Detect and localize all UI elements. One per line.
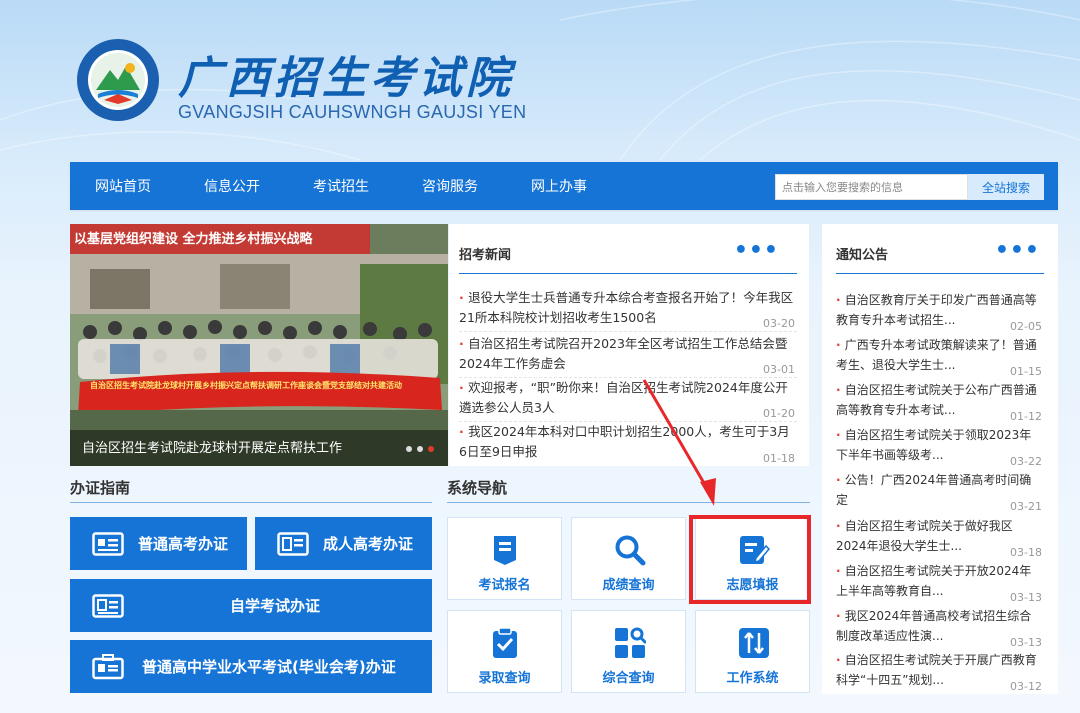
nav-item-exam[interactable]: 考试招生 [313,176,369,196]
search-icon [615,535,646,566]
nav-item-info[interactable]: 信息公开 [204,176,260,196]
system-section-title: 系统导航 [447,479,508,497]
guide-section-title: 办证指南 [70,479,131,497]
news-item-text: 我区2024年本科对口中职计划招生2000人，考生可于3月6日至9日申报 [459,422,797,462]
guide-button-label: 自学考试办证 [230,597,321,615]
carousel-dot-3[interactable] [428,446,434,452]
tile-general-query[interactable]: 综合查询 [571,610,686,693]
news-item[interactable]: 自治区招生考试院召开2023年全区考试招生工作总结会暨2024年工作务虚会 03… [459,332,797,378]
news-item-text: 自治区招生考试院召开2023年全区考试招生工作总结会暨2024年工作务虚会 [459,334,797,374]
logo-icon[interactable] [76,38,160,122]
nav-item-home[interactable]: 网站首页 [95,176,151,196]
system-section-header: 系统导航 [447,471,810,503]
tile-work-system[interactable]: 工作系统 [695,610,810,693]
notice-item-date: 03-21 [1006,500,1042,513]
nav-item-consult[interactable]: 咨询服务 [422,176,478,196]
carousel-wall-text: 以基层党组织建设 全力推进乡村振兴战略 [74,232,313,247]
guide-button-label: 成人高考办证 [323,535,414,553]
id-card-icon [92,593,124,618]
document-icon [494,536,516,565]
clipboard-check-icon [493,627,517,658]
news-item-date: 01-20 [759,407,795,420]
notice-panel-title: 通知公告 [836,248,889,263]
search-button[interactable]: 全站搜索 [968,174,1044,200]
nav-item-online[interactable]: 网上办事 [531,176,587,196]
sort-arrows-icon [739,628,769,658]
carousel-dot-1[interactable] [406,446,412,452]
news-item-date: 03-20 [759,317,795,330]
guide-button-self-study[interactable]: 自学考试办证 [70,579,432,632]
tile-application-fill[interactable]: 志愿填报 [695,517,810,600]
notice-item-date: 03-13 [1006,591,1042,604]
notice-panel: 通知公告 ••• 自治区教育厅关于印发广西普通高等教育专升本考试招生... 02… [822,224,1058,694]
carousel-dot-2[interactable] [417,446,423,452]
guide-button-adult[interactable]: 成人高考办证 [255,517,432,570]
notice-item-date: 03-22 [1006,455,1042,468]
search-box: 全站搜索 [775,174,1044,200]
notice-panel-header: 通知公告 ••• [836,224,1044,274]
news-panel: 招考新闻 ••• 退役大学生士兵普通专升本综合考查报名开始了！今年我区21所本科… [449,224,809,466]
grid-search-icon [615,627,646,658]
notice-item[interactable]: 自治区招生考试院关于做好我区2024年退役大学生士... 03-18 [836,514,1042,560]
notice-item[interactable]: 自治区招生考试院关于开放2024年上半年高等教育自... 03-13 [836,559,1042,605]
tile-admission-query[interactable]: 录取查询 [447,610,562,693]
guide-section-header: 办证指南 [70,471,432,503]
notice-item[interactable]: 广西专升本考试政策解读来了！普通考生、退役大学生士... 01-15 [836,333,1042,379]
tile-label: 录取查询 [478,671,531,686]
site-header: 广西招生考试院 GVANGJSIH CAUHSWNGH GAUJSI YEN [70,30,590,150]
carousel-caption[interactable]: 自治区招生考试院赴龙球村开展定点帮扶工作 [82,437,342,456]
tile-label: 志愿填报 [726,578,779,593]
notice-item[interactable]: 自治区招生考试院关于开展广西教育科学“十四五”规划... 03-12 [836,648,1042,694]
news-item-date: 03-01 [759,363,795,376]
main-nav: 网站首页 信息公开 考试招生 咨询服务 网上办事 全站搜索 [70,162,1058,210]
site-subtitle: GVANGJSIH CAUHSWNGH GAUJSI YEN [178,102,527,122]
edit-form-icon [740,536,770,564]
id-card-icon [277,531,309,556]
notice-item-date: 01-15 [1006,365,1042,378]
news-item[interactable]: 我区2024年本科对口中职计划招生2000人，考生可于3月6日至9日申报 01-… [459,420,797,466]
search-input[interactable] [775,174,968,200]
tile-label: 成绩查询 [602,578,655,593]
notice-item-date: 03-18 [1006,546,1042,559]
news-panel-title: 招考新闻 [459,248,512,263]
tile-label: 工作系统 [726,671,779,686]
carousel-dots [406,446,434,452]
news-carousel[interactable]: 以基层党组织建设 全力推进乡村振兴战略 自治区招生考试院赴龙球村开展乡村振兴定点… [70,224,448,466]
tile-label: 综合查询 [602,671,655,686]
notice-item-date: 02-05 [1006,320,1042,333]
news-item-text: 欢迎报考，“职”盼你来！自治区招生考试院2024年度公开遴选参公人员3人 [459,378,797,418]
notice-more-button[interactable]: ••• [995,238,1040,263]
news-panel-header: 招考新闻 ••• [459,224,797,274]
notice-item-date: 03-12 [1006,680,1042,693]
guide-button-high-school[interactable]: 普通高中学业水平考试(毕业会考)办证 [70,640,432,693]
news-item[interactable]: 欢迎报考，“职”盼你来！自治区招生考试院2024年度公开遴选参公人员3人 01-… [459,376,797,422]
notice-item-date: 01-12 [1006,410,1042,423]
guide-button-label: 普通高中学业水平考试(毕业会考)办证 [142,658,396,676]
news-item[interactable]: 退役大学生士兵普通专升本综合考查报名开始了！今年我区21所本科院校计划招收考生1… [459,286,797,332]
tile-exam-registration[interactable]: 考试报名 [447,517,562,600]
carousel-banner-text: 自治区招生考试院赴龙球村开展乡村振兴定点帮扶调研工作座谈会暨党支部结对共建活动 [90,381,402,390]
briefcase-card-icon [92,653,124,679]
site-name: 广西招生考试院 [178,53,514,104]
news-item-date: 01-18 [759,452,795,465]
tile-score-query[interactable]: 成绩查询 [571,517,686,600]
guide-button-label: 普通高考办证 [138,535,229,553]
news-more-button[interactable]: ••• [734,238,779,263]
notice-item[interactable]: 公告！广西2024年普通高考时间确定 03-21 [836,468,1042,514]
tile-label: 考试报名 [478,578,531,593]
notice-item[interactable]: 自治区招生考试院关于公布广西普通高等教育专升本考试... 01-12 [836,378,1042,424]
notice-item[interactable]: 我区2024年普通高校考试招生综合制度改革适应性演... 03-13 [836,604,1042,650]
guide-button-gaokao[interactable]: 普通高考办证 [70,517,247,570]
notice-item[interactable]: 自治区招生考试院关于领取2023年下半年书画等级考... 03-22 [836,423,1042,469]
notice-item[interactable]: 自治区教育厅关于印发广西普通高等教育专升本考试招生... 02-05 [836,288,1042,334]
news-item-text: 退役大学生士兵普通专升本综合考查报名开始了！今年我区21所本科院校计划招收考生1… [459,288,797,328]
id-card-icon [92,531,124,556]
